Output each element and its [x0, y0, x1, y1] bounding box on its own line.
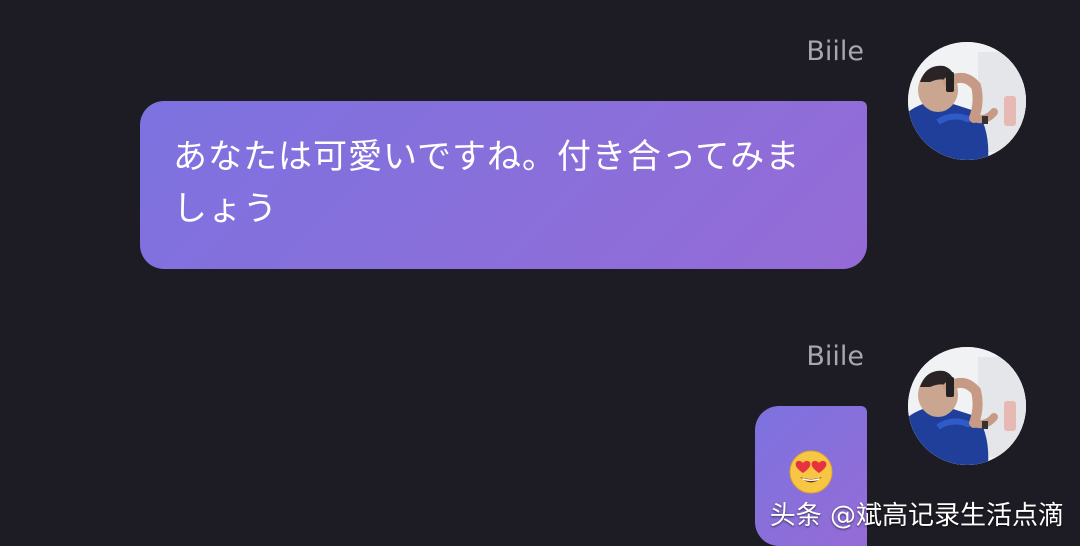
user-photo-avatar-icon [908, 42, 1026, 160]
message-bubble[interactable]: あなたは可愛いですね。付き合ってみましょう [140, 101, 867, 269]
chat-screen: Biile あなたは可愛いですね。付き合ってみましょう Biile 头条 @斌高… [0, 0, 1080, 546]
user-avatar[interactable] [908, 42, 1026, 160]
message-text: あなたは可愛いですね。付き合ってみましょう [173, 137, 801, 229]
sender-name: Biile [806, 341, 864, 372]
watermark: 头条 @斌高记录生活点滴 [769, 501, 1064, 531]
sender-name: Biile [806, 36, 864, 67]
user-avatar[interactable] [908, 347, 1026, 465]
user-photo-avatar-icon [908, 347, 1026, 465]
smiling-face-with-heart-eyes-icon [789, 450, 833, 494]
